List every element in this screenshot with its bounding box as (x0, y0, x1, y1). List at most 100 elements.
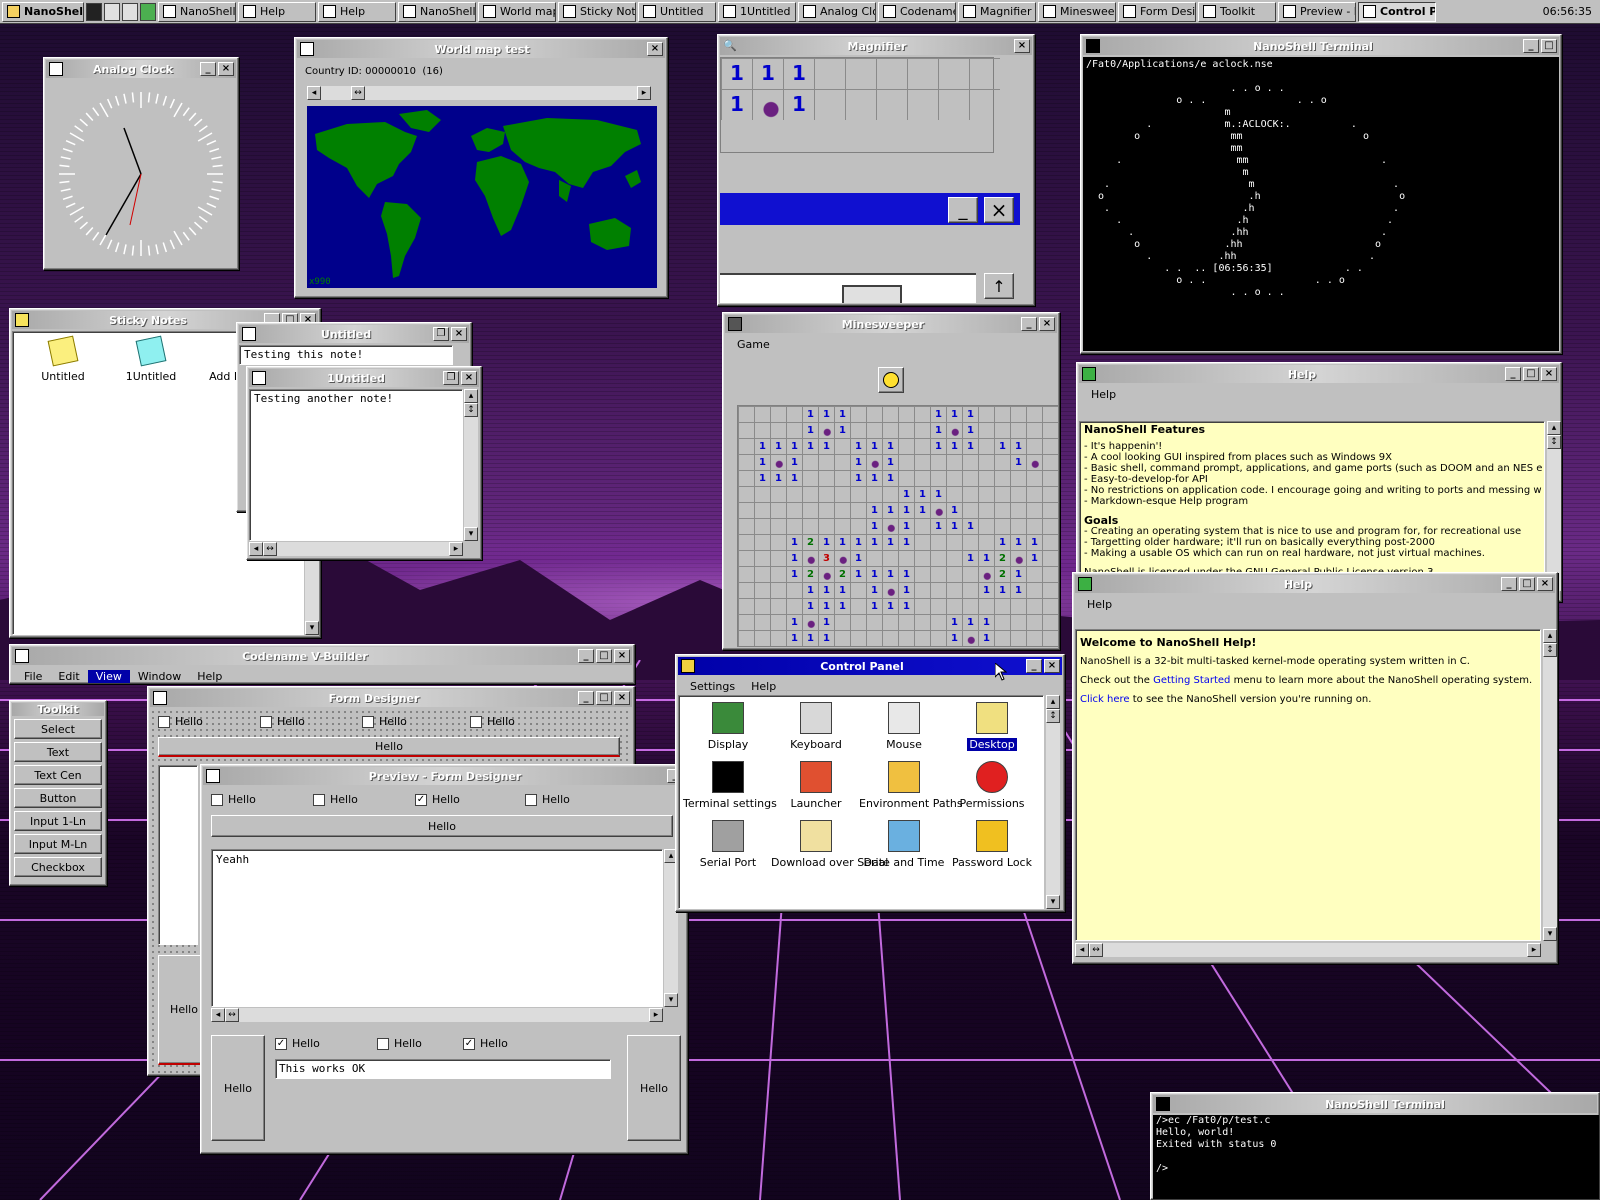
mine-cell[interactable]: 1 (946, 406, 962, 422)
mine-cell[interactable]: 1 (994, 438, 1010, 454)
mine-cell[interactable] (978, 518, 994, 534)
mine-cell[interactable]: 1 (850, 534, 866, 550)
battery-quick-icon[interactable] (140, 2, 156, 21)
mine-cell[interactable]: 1 (1010, 454, 1026, 470)
design-checkbox[interactable]: Hello (362, 715, 407, 728)
mine-cell[interactable] (930, 454, 946, 470)
control-panel-item[interactable]: Launcher (771, 761, 861, 810)
mine-cell[interactable] (898, 470, 914, 486)
mine-cell[interactable]: 1 (946, 630, 962, 646)
close-button[interactable]: × (1014, 39, 1030, 53)
close-button[interactable]: × (614, 691, 630, 705)
task-button[interactable]: Form Desig (1118, 1, 1196, 22)
mine-cell[interactable] (930, 598, 946, 614)
mine-cell[interactable] (978, 406, 994, 422)
mine-cell[interactable] (834, 614, 850, 630)
mine-cell[interactable] (1026, 502, 1042, 518)
preview-bottom-checkbox-checked[interactable]: ✓ Hello (275, 1037, 320, 1050)
getting-started-link[interactable]: Getting Started (1153, 675, 1230, 686)
mine-cell[interactable] (914, 406, 930, 422)
minimize-button[interactable]: _ (1523, 39, 1539, 53)
tool-button[interactable]: Text (14, 742, 102, 762)
tool-button[interactable]: Text Cen (14, 765, 102, 785)
mine-cell[interactable] (1010, 406, 1026, 422)
mine-cell[interactable]: 1 (834, 422, 850, 438)
mine-cell[interactable]: 1 (930, 486, 946, 502)
mine-cell[interactable]: 1 (770, 470, 786, 486)
mine-cell[interactable] (738, 550, 754, 566)
mine-cell[interactable] (754, 502, 770, 518)
terminal-quick-icon[interactable] (86, 2, 102, 21)
mine-cell[interactable] (898, 454, 914, 470)
control-panel-item[interactable]: Keyboard (771, 702, 861, 751)
mine-cell[interactable] (962, 486, 978, 502)
mine-cell[interactable]: 1 (1010, 438, 1026, 454)
analog-clock-titlebar[interactable]: Analog Clock _ × (46, 60, 236, 78)
mine-cell[interactable] (738, 502, 754, 518)
control-panel-item[interactable]: Permissions (947, 761, 1037, 810)
mine-cell[interactable] (850, 598, 866, 614)
scroll-down-button[interactable]: ▾ (464, 527, 478, 541)
mine-cell[interactable] (770, 422, 786, 438)
mine-cell[interactable] (962, 582, 978, 598)
mine-cell[interactable] (770, 502, 786, 518)
mine-cell[interactable]: 1 (770, 438, 786, 454)
mine-cell[interactable] (898, 550, 914, 566)
mine-cell[interactable]: 1 (802, 422, 818, 438)
mine-cell[interactable] (978, 502, 994, 518)
mine-cell[interactable] (930, 614, 946, 630)
close-button[interactable]: × (461, 371, 477, 385)
mine-cell[interactable]: 1 (834, 406, 850, 422)
preview-left-button[interactable]: Hello (211, 1035, 265, 1141)
note-titlebar[interactable]: 1Untitled ❐ × (249, 369, 479, 387)
mine-cell[interactable] (770, 598, 786, 614)
mine-cell[interactable]: 1 (850, 550, 866, 566)
mine-cell[interactable] (978, 470, 994, 486)
mine-cell[interactable] (802, 502, 818, 518)
mine-cell[interactable] (770, 534, 786, 550)
mine-cell[interactable] (946, 454, 962, 470)
mine-cell[interactable] (738, 470, 754, 486)
scroll-down-button[interactable]: ▾ (664, 993, 678, 1007)
mine-cell[interactable]: 1 (802, 582, 818, 598)
minimize-button[interactable]: _ (578, 691, 594, 705)
mine-cell[interactable] (738, 534, 754, 550)
scroll-thumb[interactable]: ↕ (1046, 709, 1060, 723)
design-button[interactable]: Hello (158, 737, 620, 757)
mine-cell[interactable]: 1 (786, 470, 802, 486)
mine-cell[interactable]: 1 (946, 518, 962, 534)
task-button[interactable]: Sticky Note (558, 1, 636, 22)
mine-cell[interactable]: 1 (962, 518, 978, 534)
mine-cell[interactable]: 1 (994, 534, 1010, 550)
mine-cell[interactable] (754, 566, 770, 582)
mine-cell[interactable]: 1 (978, 550, 994, 566)
mine-cell[interactable]: 1 (1010, 566, 1026, 582)
tool-button[interactable]: Button (14, 788, 102, 808)
mine-cell[interactable] (802, 518, 818, 534)
mine-cell[interactable]: 1 (882, 534, 898, 550)
mine-icon[interactable] (802, 550, 818, 566)
cp-vscroll[interactable]: ▴ ↕ ▾ (1046, 695, 1060, 909)
mine-cell[interactable] (1042, 582, 1058, 598)
mine-cell[interactable] (946, 470, 962, 486)
mine-cell[interactable]: 1 (866, 534, 882, 550)
mine-cell[interactable] (850, 502, 866, 518)
mine-cell[interactable] (946, 534, 962, 550)
task-button[interactable]: NanoShell (158, 1, 236, 22)
mine-cell[interactable]: 1 (786, 614, 802, 630)
mine-cell[interactable] (994, 454, 1010, 470)
scroll-left-button[interactable]: ◂ (249, 542, 263, 556)
mine-cell[interactable]: 1 (882, 454, 898, 470)
mine-cell[interactable] (1042, 486, 1058, 502)
mine-cell[interactable] (914, 582, 930, 598)
mine-cell[interactable] (786, 582, 802, 598)
task-button[interactable]: Toolkit (1198, 1, 1276, 22)
mine-cell[interactable] (770, 582, 786, 598)
mine-cell[interactable]: 1 (850, 454, 866, 470)
design-textarea[interactable] (158, 765, 198, 945)
mine-cell[interactable] (1042, 470, 1058, 486)
menu-help[interactable]: Help (189, 670, 230, 683)
menu-file[interactable]: File (16, 670, 50, 683)
mine-cell[interactable] (930, 550, 946, 566)
mine-cell[interactable] (866, 406, 882, 422)
